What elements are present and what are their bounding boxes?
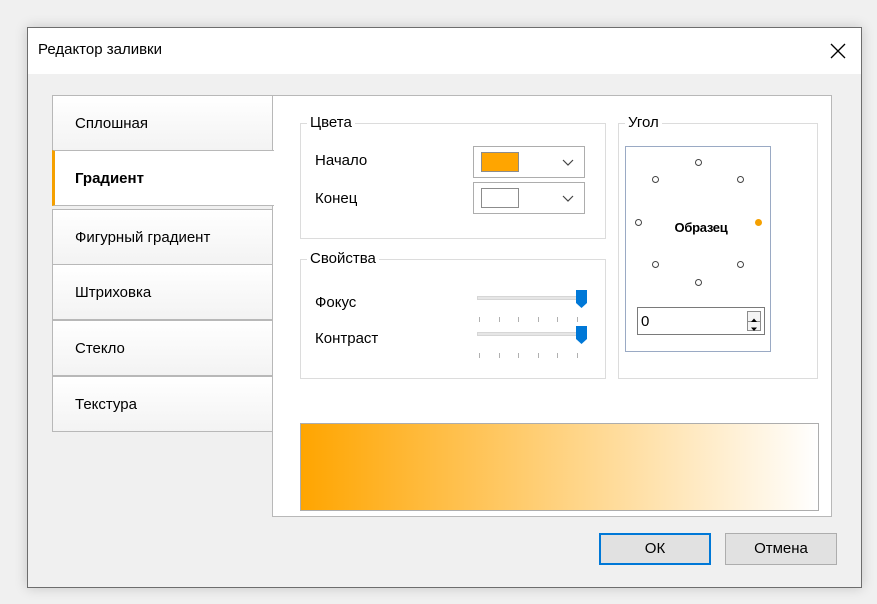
tab-glass[interactable]: Стекло bbox=[52, 320, 272, 376]
focus-slider[interactable] bbox=[477, 290, 587, 326]
slider-tick bbox=[479, 317, 480, 322]
slider-tick bbox=[518, 353, 520, 358]
triangle-down-icon bbox=[751, 327, 757, 331]
slider-tick bbox=[537, 353, 539, 358]
chevron-down-icon bbox=[562, 159, 574, 166]
slider-tick bbox=[498, 353, 500, 358]
slider-tick bbox=[577, 353, 578, 358]
slider-tick bbox=[518, 317, 520, 322]
angle-option-45[interactable] bbox=[736, 260, 744, 268]
title-bar: Редактор заливки bbox=[28, 28, 861, 74]
tab-gradient[interactable]: Градиент bbox=[52, 150, 274, 206]
slider-tick bbox=[498, 317, 500, 322]
dialog-title: Редактор заливки bbox=[38, 41, 162, 58]
cancel-button[interactable]: Отмена bbox=[725, 533, 837, 565]
end-color-combo[interactable] bbox=[473, 182, 585, 214]
colors-group: Цвета Начало Конец bbox=[300, 114, 606, 239]
tab-texture[interactable]: Текстура bbox=[52, 376, 272, 432]
group-title: Свойства bbox=[307, 250, 379, 267]
tab-label: Сплошная bbox=[75, 115, 149, 132]
chevron-down-icon bbox=[562, 195, 574, 202]
start-color-swatch bbox=[481, 152, 519, 172]
tab-hatch[interactable]: Штриховка bbox=[52, 264, 272, 320]
angle-selector: Образец bbox=[625, 146, 771, 352]
start-color-combo[interactable] bbox=[473, 146, 585, 178]
close-icon bbox=[830, 43, 846, 59]
gradient-panel: Цвета Начало Конец Свойства Фокус Контра… bbox=[272, 95, 832, 517]
fill-editor-dialog: Редактор заливки Сплошная Градиент Фигур… bbox=[27, 27, 862, 588]
tab-label: Фигурный градиент bbox=[75, 229, 211, 246]
angle-spinner[interactable] bbox=[637, 307, 765, 335]
start-color-label: Начало bbox=[315, 152, 368, 169]
angle-option-315[interactable] bbox=[736, 176, 744, 184]
group-title: Угол bbox=[625, 114, 662, 131]
tab-solid[interactable]: Сплошная bbox=[52, 95, 272, 151]
contrast-slider[interactable] bbox=[477, 326, 587, 362]
ok-button[interactable]: ОК bbox=[599, 533, 711, 565]
slider-tick bbox=[557, 353, 559, 358]
spin-buttons bbox=[747, 311, 761, 331]
focus-label: Фокус bbox=[315, 294, 357, 311]
slider-track bbox=[477, 332, 587, 336]
sample-label: Образец bbox=[674, 220, 728, 235]
slider-tick bbox=[537, 317, 539, 322]
tab-path-gradient[interactable]: Фигурный градиент bbox=[52, 209, 272, 265]
tab-label: Стекло bbox=[75, 340, 125, 357]
end-color-label: Конец bbox=[315, 190, 358, 207]
contrast-label: Контраст bbox=[315, 330, 379, 347]
slider-track bbox=[477, 296, 587, 300]
slider-tick bbox=[557, 317, 559, 322]
gradient-preview bbox=[300, 423, 819, 511]
slider-tick bbox=[479, 353, 480, 358]
tab-label: Текстура bbox=[75, 396, 137, 413]
slider-thumb[interactable] bbox=[576, 290, 587, 308]
close-button[interactable] bbox=[815, 28, 861, 74]
angle-option-90[interactable] bbox=[694, 278, 702, 286]
tab-label: Штриховка bbox=[75, 284, 152, 301]
angle-input[interactable] bbox=[638, 308, 741, 334]
slider-tick bbox=[577, 317, 578, 322]
end-color-swatch bbox=[481, 188, 519, 208]
tab-label: Градиент bbox=[75, 170, 144, 187]
group-title: Цвета bbox=[307, 114, 355, 131]
slider-thumb[interactable] bbox=[576, 326, 587, 344]
angle-option-135[interactable] bbox=[652, 260, 660, 268]
angle-option-270[interactable] bbox=[694, 158, 702, 166]
properties-group: Свойства Фокус Контраст bbox=[300, 250, 606, 379]
angle-option-0[interactable] bbox=[754, 218, 762, 226]
angle-option-180[interactable] bbox=[634, 218, 642, 226]
angle-option-225[interactable] bbox=[652, 176, 660, 184]
spin-down-button[interactable] bbox=[748, 321, 760, 331]
